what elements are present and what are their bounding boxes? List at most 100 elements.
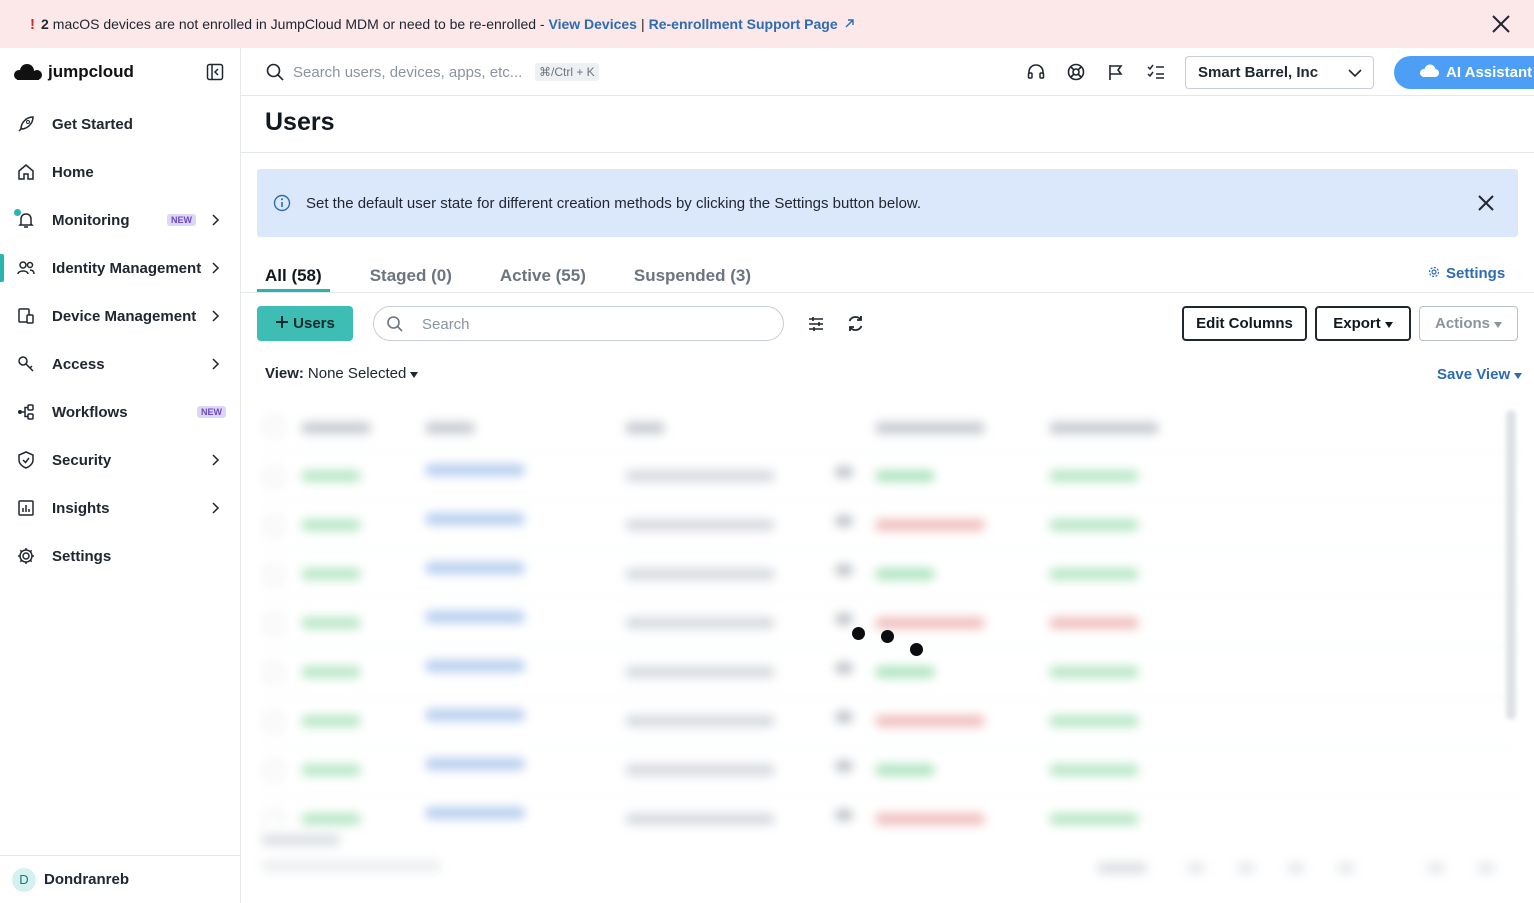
placeholder-cell [1049, 470, 1139, 482]
organization-select[interactable]: Smart Barrel, Inc [1185, 56, 1374, 89]
placeholder-cell [301, 470, 361, 482]
home-icon [16, 162, 36, 182]
placeholder-cell [425, 513, 525, 525]
info-text: Set the default user state for different… [306, 194, 922, 212]
global-search-input[interactable] [293, 60, 533, 84]
placeholder-cell [875, 666, 935, 678]
key-icon [16, 354, 36, 374]
ai-cloud-icon [1418, 63, 1440, 83]
sidebar-item-label: Home [52, 163, 94, 181]
view-devices-link[interactable]: View Devices [548, 16, 636, 32]
placeholder-cell [301, 813, 361, 825]
sidebar-item-access[interactable]: Access [0, 340, 240, 388]
placeholder-cell [875, 519, 985, 531]
organization-name: Smart Barrel, Inc [1198, 64, 1319, 81]
placeholder-cell [301, 666, 361, 678]
select-all-checkbox [265, 418, 283, 436]
refresh-icon[interactable] [845, 313, 866, 334]
user-profile[interactable]: D Dondranreb [0, 855, 240, 903]
flag-icon[interactable] [1106, 62, 1126, 82]
placeholder-cell [1477, 862, 1495, 874]
sidebar-item-workflows[interactable]: Workflows NEW [0, 388, 240, 436]
chevron-right-icon [208, 211, 222, 229]
banner-separator: | [640, 16, 645, 32]
sidebar-item-insights[interactable]: Insights [0, 484, 240, 532]
sidebar-item-label: Insights [52, 499, 110, 517]
checklist-icon[interactable] [1146, 62, 1166, 82]
export-button[interactable]: Export [1315, 306, 1411, 341]
reenrollment-support-link[interactable]: Re-enrollment Support Page [649, 16, 838, 32]
user-search-input[interactable] [422, 315, 762, 333]
caret-down-icon [410, 365, 419, 382]
row-checkbox [265, 664, 283, 682]
alert-icon: ! [30, 15, 35, 33]
search-icon [386, 315, 404, 333]
chevron-right-icon [208, 307, 222, 325]
placeholder-cell [425, 464, 525, 476]
view-selector[interactable]: View: None Selected [265, 365, 419, 382]
sidebar-item-identity-management[interactable]: Identity Management [0, 244, 240, 292]
row-checkbox [265, 762, 283, 780]
placeholder-cell [1097, 862, 1147, 874]
table-row [257, 501, 1522, 550]
edit-columns-button[interactable]: Edit Columns [1182, 306, 1307, 341]
banner-message: macOS devices are not enrolled in JumpCl… [52, 16, 545, 32]
tab-all[interactable]: All (58) [257, 260, 330, 292]
placeholder-cell [835, 515, 853, 527]
caret-down-icon [1494, 315, 1502, 332]
user-search-box [373, 306, 784, 341]
ai-assistant-label: AI Assistant [1446, 64, 1533, 81]
placeholder-cell [425, 660, 525, 672]
save-view-label: Save View [1437, 366, 1511, 383]
tab-suspended[interactable]: Suspended (3) [626, 260, 759, 292]
sidebar-item-label: Identity Management [52, 259, 202, 277]
info-callout: Set the default user state for different… [257, 169, 1518, 237]
placeholder-cell [425, 422, 475, 434]
sidebar-item-get-started[interactable]: Get Started [0, 100, 240, 148]
lifebuoy-icon[interactable] [1066, 62, 1086, 82]
placeholder-cell [1337, 862, 1355, 874]
tab-active[interactable]: Active (55) [492, 260, 594, 292]
sidebar-item-label: Settings [52, 547, 112, 565]
headset-icon[interactable] [1026, 62, 1046, 82]
chart-icon [16, 498, 36, 518]
placeholder-cell [425, 709, 525, 721]
users-icon [16, 258, 36, 278]
placeholder-cell [625, 764, 775, 776]
sidebar-item-settings[interactable]: Settings [0, 532, 240, 580]
placeholder-cell [261, 834, 341, 846]
jumpcloud-logo[interactable]: jumpcloud [12, 62, 134, 82]
placeholder-cell [875, 470, 935, 482]
placeholder-cell [425, 807, 525, 819]
settings-link[interactable]: Settings [1428, 265, 1505, 282]
sidebar-item-security[interactable]: Security [0, 436, 240, 484]
placeholder-cell [301, 617, 361, 629]
placeholder-cell [301, 568, 361, 580]
actions-button[interactable]: Actions [1419, 306, 1518, 341]
keyboard-shortcut-hint: ⌘/Ctrl + K [535, 63, 599, 81]
table-row [257, 697, 1522, 746]
row-checkbox [265, 517, 283, 535]
chevron-right-icon [208, 259, 222, 277]
tab-staged[interactable]: Staged (0) [362, 260, 460, 292]
spinner-dot [852, 627, 865, 640]
sidebar-item-label: Access [52, 355, 105, 373]
ai-assistant-button[interactable]: AI Assistant [1394, 56, 1534, 89]
table-header-row [257, 402, 1522, 452]
add-users-button[interactable]: Users [257, 306, 353, 341]
table-scrollbar[interactable] [1506, 410, 1516, 720]
close-info-icon[interactable] [1476, 193, 1496, 213]
close-banner-icon[interactable] [1490, 13, 1512, 35]
sidebar-item-home[interactable]: Home [0, 148, 240, 196]
export-label: Export [1333, 315, 1381, 332]
sidebar-item-device-management[interactable]: Device Management [0, 292, 240, 340]
save-view-link[interactable]: Save View [1437, 366, 1523, 383]
row-checkbox [265, 566, 283, 584]
notification-dot [14, 209, 21, 216]
new-badge: NEW [167, 214, 196, 226]
placeholder-cell [1049, 617, 1139, 629]
filter-sliders-icon[interactable] [806, 314, 826, 334]
sidebar-item-monitoring[interactable]: Monitoring NEW [0, 196, 240, 244]
placeholder-cell [875, 422, 985, 434]
collapse-sidebar-icon[interactable] [206, 63, 224, 81]
